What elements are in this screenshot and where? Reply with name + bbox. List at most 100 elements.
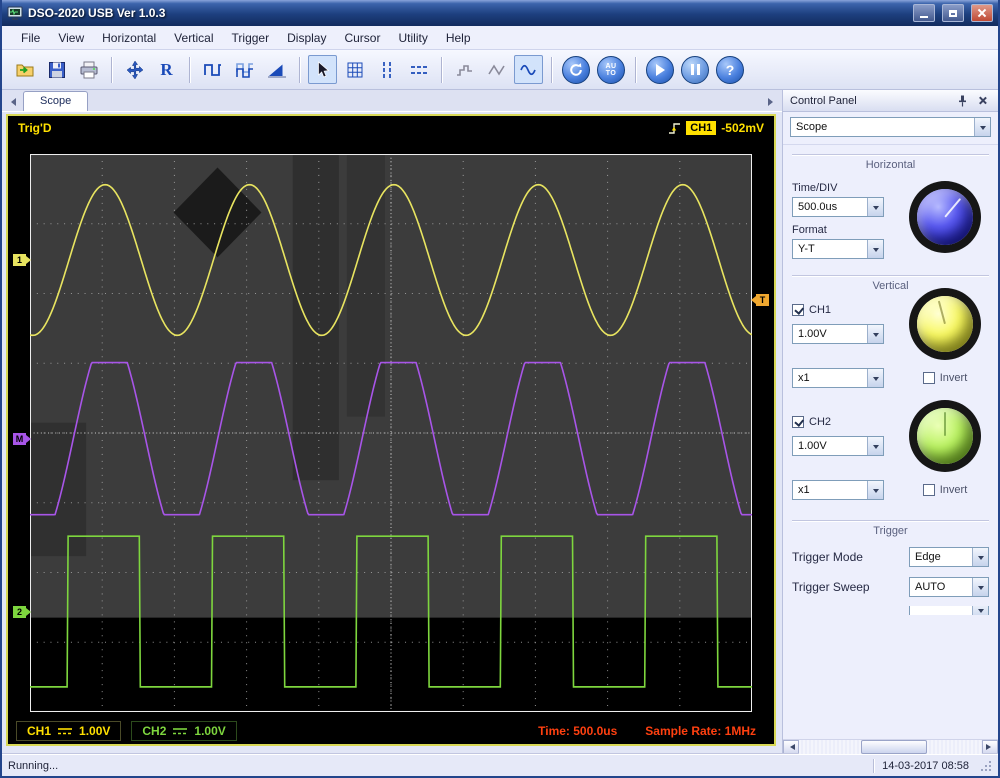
pin-button[interactable] bbox=[954, 93, 971, 108]
vertical-cursors-button[interactable] bbox=[372, 55, 401, 84]
dual-trace-button[interactable] bbox=[230, 55, 259, 84]
pause-button[interactable] bbox=[681, 55, 709, 84]
close-icon bbox=[978, 96, 988, 106]
menu-view[interactable]: View bbox=[49, 27, 93, 49]
trigger-clipped-select[interactable] bbox=[909, 606, 989, 615]
toolbar-separator bbox=[299, 56, 300, 83]
chevron-down-icon bbox=[974, 118, 990, 136]
chevron-right-icon bbox=[768, 97, 777, 106]
dc-coupling-icon bbox=[173, 727, 188, 734]
ch2-position-knob[interactable] bbox=[917, 408, 973, 464]
ch2-probe-select[interactable]: x1 bbox=[792, 480, 884, 500]
format-select[interactable]: Y-T bbox=[792, 239, 884, 259]
menu-vertical[interactable]: Vertical bbox=[165, 27, 222, 49]
format-label: Format bbox=[792, 224, 827, 236]
close-button[interactable] bbox=[971, 4, 993, 22]
step-interpolation-button[interactable] bbox=[450, 55, 479, 84]
ch1-invert-checkbox[interactable]: Invert bbox=[901, 372, 989, 384]
menu-file[interactable]: File bbox=[12, 27, 49, 49]
refresh-button[interactable] bbox=[562, 55, 590, 84]
main-area: Scope Trig'D CH1 -502mV 1 M 2 T CH1 1.00… bbox=[2, 90, 998, 754]
trigger-mode-select[interactable]: Edge bbox=[909, 547, 989, 567]
resize-grip[interactable] bbox=[979, 759, 992, 772]
chevron-right-icon bbox=[986, 744, 994, 750]
dc-coupling-icon bbox=[58, 727, 73, 734]
close-icon bbox=[977, 8, 987, 18]
scroll-left-button[interactable] bbox=[783, 740, 799, 754]
horizontal-position-knob[interactable] bbox=[917, 189, 973, 245]
save-icon bbox=[48, 61, 65, 78]
control-panel-title: Control Panel bbox=[790, 94, 857, 107]
vertical-cursors-icon bbox=[382, 61, 391, 78]
panel-close-button[interactable] bbox=[974, 93, 991, 108]
titlebar[interactable]: DSO-2020 USB Ver 1.0.3 bbox=[2, 0, 998, 26]
trigger-edge-icon bbox=[669, 123, 681, 134]
start-button[interactable] bbox=[646, 55, 674, 84]
chevron-down-icon bbox=[867, 481, 883, 499]
time-per-div-readout: Time: 500.0us bbox=[538, 724, 618, 738]
save-button[interactable] bbox=[42, 55, 71, 84]
scrollbar-thumb[interactable] bbox=[861, 740, 928, 754]
ramp-display-button[interactable] bbox=[262, 55, 291, 84]
menu-horizontal[interactable]: Horizontal bbox=[93, 27, 165, 49]
ch1-probe-select[interactable]: x1 bbox=[792, 368, 884, 388]
menu-display[interactable]: Display bbox=[278, 27, 335, 49]
menu-cursor[interactable]: Cursor bbox=[335, 27, 389, 49]
checkbox-icon bbox=[922, 484, 935, 496]
ch1-position-knob[interactable] bbox=[917, 296, 973, 352]
trigger-level-readout: -502mV bbox=[721, 121, 764, 135]
scope-display: Trig'D CH1 -502mV 1 M 2 T CH1 1.00V CH2 … bbox=[6, 114, 776, 746]
horizontal-cursors-button[interactable] bbox=[404, 55, 433, 84]
tabbar: Scope bbox=[2, 90, 782, 112]
grid-toggle-button[interactable] bbox=[340, 55, 369, 84]
scroll-right-button[interactable] bbox=[982, 740, 998, 754]
trigger-sweep-select[interactable]: AUTO bbox=[909, 577, 989, 597]
math-position-marker[interactable]: M bbox=[13, 432, 31, 445]
statusbar: Running... 14-03-2017 08:58 bbox=[2, 754, 998, 776]
tab-scroll-right-button[interactable] bbox=[765, 93, 780, 110]
record-button[interactable]: R bbox=[152, 55, 181, 84]
time-div-select[interactable]: 500.0us bbox=[792, 197, 884, 217]
print-button[interactable] bbox=[74, 55, 103, 84]
linear-interpolation-button[interactable] bbox=[482, 55, 511, 84]
autoset-icon: AU bbox=[605, 62, 617, 70]
autoset-button[interactable]: AU TO bbox=[597, 55, 625, 84]
trigger-clipped-row bbox=[792, 606, 989, 615]
pin-icon bbox=[959, 95, 966, 106]
sine-interpolation-button[interactable] bbox=[514, 55, 543, 84]
help-icon: ? bbox=[725, 61, 735, 78]
ch2-scale-select[interactable]: 1.00V bbox=[792, 436, 884, 456]
menu-utility[interactable]: Utility bbox=[389, 27, 436, 49]
trigger-level-marker[interactable]: T bbox=[751, 294, 769, 307]
ch2-readout: CH2 1.00V bbox=[131, 721, 237, 741]
tab-scope[interactable]: Scope bbox=[23, 91, 89, 111]
control-panel: Control Panel Scope Horizontal Time/DIV … bbox=[782, 90, 998, 754]
menu-help[interactable]: Help bbox=[437, 27, 480, 49]
chevron-down-icon bbox=[867, 198, 883, 216]
ch1-enable-checkbox[interactable]: CH1 bbox=[792, 304, 897, 316]
cursor-select-button[interactable] bbox=[308, 55, 337, 84]
open-button[interactable] bbox=[10, 55, 39, 84]
tab-scroll-left-button[interactable] bbox=[4, 93, 19, 110]
scrollbar-track[interactable] bbox=[799, 740, 982, 754]
pulse-display-button[interactable] bbox=[198, 55, 227, 84]
time-div-label: Time/DIV bbox=[792, 182, 838, 194]
status-message: Running... bbox=[8, 759, 59, 772]
toolbar-separator bbox=[189, 56, 190, 83]
cursor-arrow-icon bbox=[317, 60, 329, 77]
maximize-button[interactable] bbox=[942, 4, 964, 22]
menu-trigger[interactable]: Trigger bbox=[223, 27, 279, 49]
app-icon bbox=[7, 5, 23, 21]
help-button[interactable]: ? bbox=[716, 55, 744, 84]
chevron-down-icon bbox=[867, 240, 883, 258]
ch1-scale-select[interactable]: 1.00V bbox=[792, 324, 884, 344]
ch2-position-marker[interactable]: 2 bbox=[13, 605, 31, 618]
ch2-invert-checkbox[interactable]: Invert bbox=[901, 484, 989, 496]
ch2-enable-checkbox[interactable]: CH2 bbox=[792, 416, 897, 428]
pan-button[interactable] bbox=[120, 55, 149, 84]
scope-readout-bar: CH1 1.00V CH2 1.00V Time: 500.0us Sample… bbox=[8, 718, 774, 744]
panel-mode-select[interactable]: Scope bbox=[790, 117, 991, 137]
vertical-section-title: Vertical bbox=[872, 280, 909, 292]
ch1-position-marker[interactable]: 1 bbox=[13, 254, 31, 267]
minimize-button[interactable] bbox=[913, 4, 935, 22]
